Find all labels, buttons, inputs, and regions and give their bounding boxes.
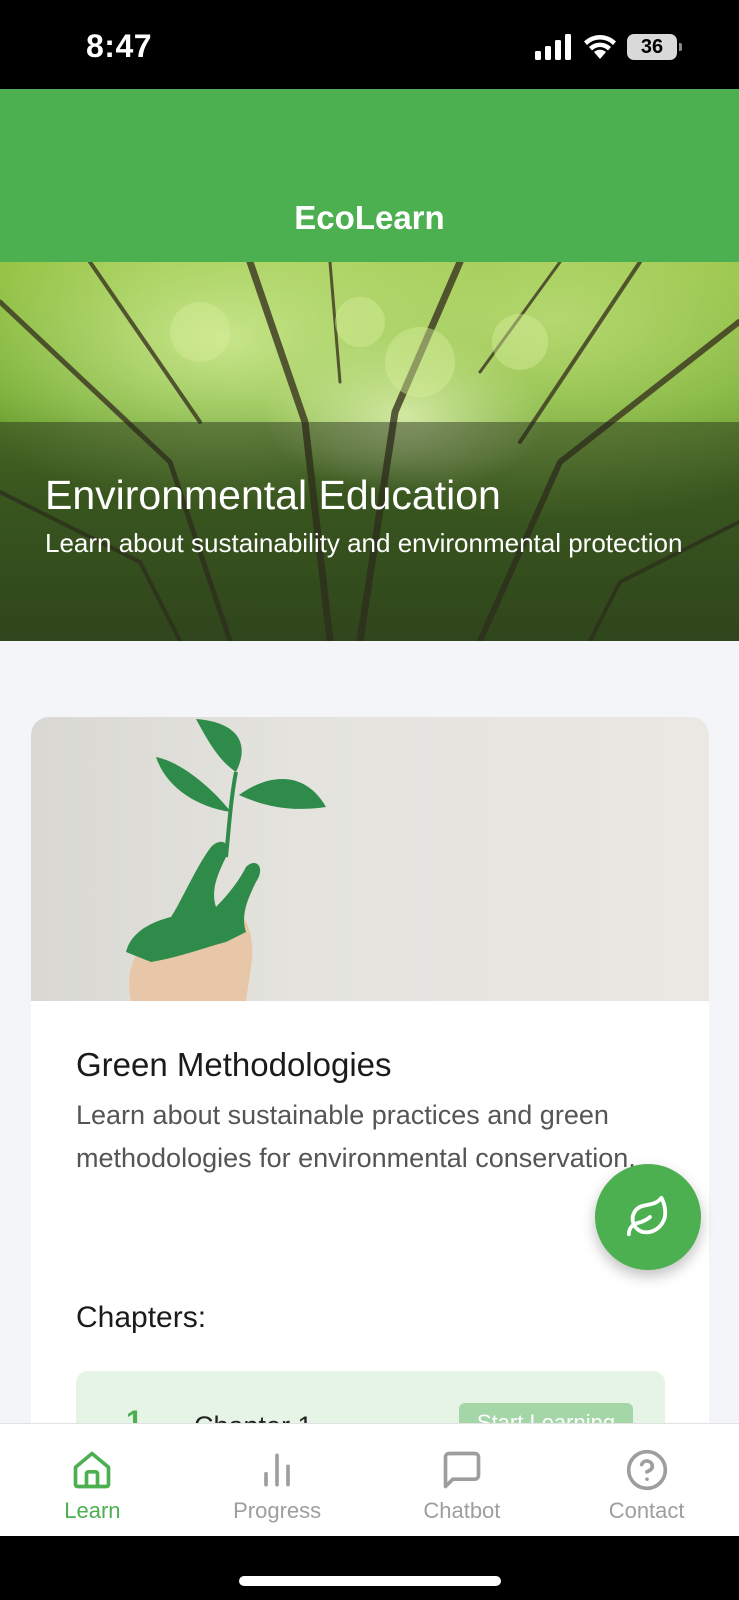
app-title: EcoLearn <box>294 199 445 236</box>
status-icons: 36 <box>535 34 682 60</box>
home-icon <box>74 1451 111 1489</box>
wifi-icon <box>584 35 616 59</box>
tab-label: Progress <box>233 1498 322 1523</box>
hero-title: Environmental Education <box>45 472 501 518</box>
battery-icon: 36 <box>627 34 682 60</box>
course-card[interactable]: Green Methodologies Learn about sustaina… <box>31 717 709 1423</box>
main-content[interactable]: Green Methodologies Learn about sustaina… <box>0 641 739 1423</box>
app-header: EcoLearn <box>0 89 739 262</box>
course-title: Green Methodologies <box>76 1046 392 1083</box>
status-time: 8:47 <box>86 28 153 64</box>
tab-contact[interactable]: Contact <box>554 1424 739 1536</box>
hand-holding-plant-image <box>126 719 326 1001</box>
chat-bubble-icon <box>443 1451 481 1489</box>
tab-label: Chatbot <box>423 1498 501 1523</box>
tab-chatbot[interactable]: Chatbot <box>370 1424 555 1536</box>
tab-learn[interactable]: Learn <box>0 1424 185 1536</box>
tab-label: Learn <box>64 1498 121 1523</box>
course-image <box>31 717 709 1001</box>
bottom-tab-bar: Learn Progress Chatbot Contact <box>0 1423 739 1536</box>
course-description: Learn about sustainable practices and gr… <box>76 1100 636 1173</box>
hero-banner: Environmental Education Learn about sust… <box>0 262 739 641</box>
chapter-item[interactable]: 1 Chapter 1 Start Learning <box>76 1371 665 1423</box>
tab-label: Contact <box>608 1498 685 1523</box>
help-circle-icon <box>626 1449 667 1491</box>
leaf-fab-button[interactable] <box>595 1164 701 1270</box>
chapters-heading: Chapters: <box>76 1301 207 1334</box>
bar-chart-icon <box>264 1453 290 1487</box>
home-indicator-area <box>0 1536 739 1600</box>
start-learning-button[interactable]: Start Learning <box>459 1403 633 1423</box>
status-bar: 8:47 36 <box>0 0 739 89</box>
cellular-signal-icon <box>535 34 571 60</box>
leaf-icon <box>626 1195 668 1237</box>
chapter-number: 1 <box>126 1405 143 1423</box>
home-indicator[interactable] <box>239 1576 501 1586</box>
tab-progress[interactable]: Progress <box>185 1424 370 1536</box>
hero-subtitle: Learn about sustainability and environme… <box>45 528 683 558</box>
chapter-name: Chapter 1 <box>194 1411 313 1423</box>
battery-level: 36 <box>640 35 664 58</box>
